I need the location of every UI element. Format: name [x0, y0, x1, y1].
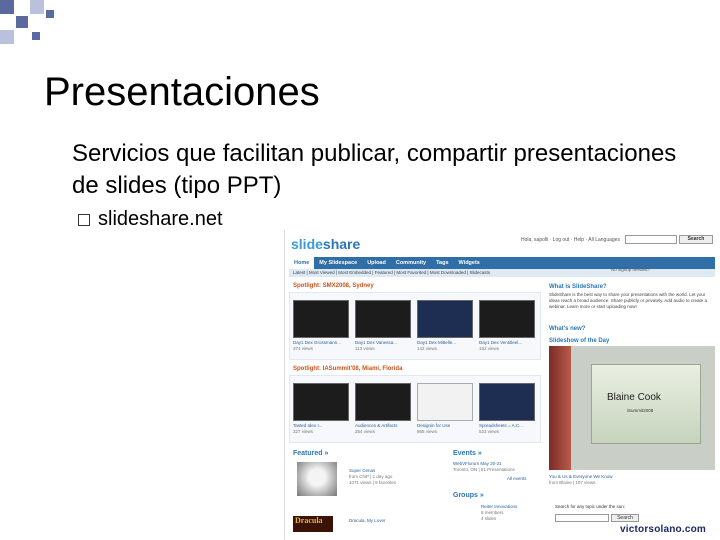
tab-community[interactable]: Community — [391, 257, 431, 269]
main-nav: Home My Slidespace Upload Community Tags… — [289, 257, 715, 269]
slide-thumbnail[interactable] — [355, 383, 411, 421]
event-item[interactable]: WebVFlorum May 20-21 Toronto, ON | 51 Pr… — [453, 461, 515, 473]
decor-square — [30, 0, 44, 14]
event-name[interactable]: WebVFlorum May 20-21 — [453, 461, 502, 466]
featured-title[interactable]: Featured » — [293, 450, 328, 457]
slide-thumbnail[interactable] — [293, 300, 349, 338]
tab-home[interactable]: Home — [289, 257, 315, 269]
spotlight-title[interactable]: Spotlight: IASummit'08, Miami, Florida — [293, 366, 402, 372]
slide-caption[interactable]: Tasted Ideo I... 327 views — [293, 423, 351, 435]
search-button[interactable]: Search — [679, 235, 713, 244]
decor-square — [0, 0, 14, 14]
caption-title[interactable]: Day1 Dex Grossmann... — [293, 340, 341, 345]
caption-views: 142 views — [417, 346, 438, 351]
sub-bullet: slideshare.net — [78, 208, 223, 231]
slide-caption[interactable]: Day1 Dex Ventitleel... 152 views — [479, 340, 537, 352]
tab-tags[interactable]: Tags — [431, 257, 453, 269]
featured-item-meta: from ChiP | 1 day ago — [349, 474, 393, 479]
caption-title[interactable]: Designin for Use — [417, 423, 450, 428]
sotd-name: Blaine Cook — [607, 392, 661, 403]
caption-views: 523 views — [479, 429, 500, 434]
caption-views: 113 views — [355, 346, 375, 351]
slide-thumbnail[interactable] — [355, 300, 411, 338]
caption-title[interactable]: Day1 Dex Vanessa... — [355, 340, 397, 345]
groups-title[interactable]: Groups » — [453, 492, 484, 499]
caption-title[interactable]: Tasted Ideo I... — [293, 423, 323, 428]
caption-title[interactable]: Day1 Dex Mittelle... — [417, 340, 456, 345]
slide-thumbnail[interactable] — [417, 300, 473, 338]
all-events-link[interactable]: All events — [507, 476, 527, 482]
caption-title[interactable]: Audiences & Artifacts — [355, 423, 398, 428]
events-title[interactable]: Events » — [453, 450, 482, 457]
sotd-decoration — [549, 346, 571, 470]
sotd-caption-title[interactable]: You & Us & Everyone We Know — [549, 474, 613, 479]
checkbox-bullet-icon — [78, 213, 90, 226]
slide-caption[interactable]: Day1 Dex Grossmann... 374 views — [293, 340, 351, 352]
slide-thumbnail[interactable] — [417, 383, 473, 421]
decor-square — [32, 32, 40, 40]
group-name[interactable]: Reiter Innovations — [481, 504, 517, 509]
logo-prefix: slide — [291, 236, 323, 252]
what-is-title: What is SlideShare? — [549, 284, 607, 290]
slide-body-text: Servicios que facilitan publicar, compar… — [72, 140, 677, 199]
search-input[interactable] — [625, 235, 677, 244]
tab-widgets[interactable]: Widgets — [454, 257, 485, 269]
slide-thumbnail[interactable] — [479, 383, 535, 421]
tab-my-slidespace[interactable]: My Slidespace — [314, 257, 362, 269]
caption-views: 374 views — [293, 346, 314, 351]
bottom-search-input[interactable] — [555, 514, 609, 522]
sotd-title: Slideshow of the Day — [549, 338, 610, 344]
slide-caption[interactable]: Audiences & Artifacts 254 views — [355, 423, 413, 435]
caption-title[interactable]: Day1 Dex Ventitleel... — [479, 340, 522, 345]
slide-thumbnail[interactable] — [479, 300, 535, 338]
bottom-search-button[interactable]: Search — [611, 514, 639, 522]
event-meta: Toronto, ON | 51 Presentations — [453, 467, 515, 472]
sotd-caption-meta: from Blaine | 107 views — [549, 480, 596, 485]
caption-views: 152 views — [479, 346, 500, 351]
decor-square — [46, 10, 54, 18]
bottom-search-label: Search for any topic under the sun: — [555, 504, 626, 509]
caption-title[interactable]: Spreadsheets = A.C... — [479, 423, 523, 428]
featured-item-title[interactable]: Dracula, My Lover — [349, 518, 386, 524]
slide-caption[interactable]: Day1 Dex Vanessa... 113 views — [355, 340, 413, 352]
decor-square — [0, 30, 14, 44]
slide-title: Presentaciones — [44, 70, 320, 114]
slide-caption[interactable]: Designin for Use 865 views — [417, 423, 475, 435]
spotlight-title[interactable]: Spotlight: SMX2008, Sydney — [293, 283, 374, 289]
sub-nav[interactable]: Latest | Most Viewed | Most Embedded | F… — [289, 269, 715, 277]
featured-thumbnail[interactable] — [297, 462, 337, 496]
watermark-text: victorsolano.com — [620, 524, 706, 535]
caption-views: 254 views — [355, 429, 376, 434]
featured-item[interactable]: Super Cenas from ChiP | 1 day ago 1071 v… — [349, 468, 396, 486]
what-is-text: SlideShare is the best way to share your… — [549, 292, 708, 309]
slideshare-logo[interactable]: slideshare — [291, 236, 360, 252]
featured-item-title[interactable]: Super Cenas — [349, 468, 375, 473]
group-slides: 4 slides — [481, 516, 497, 521]
logo-suffix: share — [322, 236, 361, 252]
featured-thumbnail[interactable]: Dracula — [293, 516, 333, 532]
signup-text: No signup needed? — [611, 267, 651, 272]
slideshare-header: slideshare Hola, sapolli · Log out · Hel… — [285, 230, 720, 260]
slide-caption[interactable]: Spreadsheets = A.C... 523 views — [479, 423, 537, 435]
whats-new-title[interactable]: What's new? — [549, 326, 585, 332]
sotd-card — [591, 364, 701, 444]
decor-square — [16, 16, 28, 28]
slideshare-screenshot: slideshare Hola, sapolli · Log out · Hel… — [284, 230, 720, 540]
top-links[interactable]: Hola, sapolli · Log out · Help · All Lan… — [521, 237, 620, 243]
featured-item-stats: 1071 views | 9 favorites — [349, 480, 396, 485]
caption-views: 327 views — [293, 429, 314, 434]
sotd-caption[interactable]: You & Us & Everyone We Know from Blaine … — [549, 474, 613, 486]
group-members: 8 members — [481, 510, 504, 515]
slide-caption[interactable]: Day1 Dex Mittelle... 142 views — [417, 340, 475, 352]
group-item[interactable]: Reiter Innovations 8 members 4 slides — [481, 504, 517, 522]
tab-upload[interactable]: Upload — [362, 257, 391, 269]
caption-views: 865 views — [417, 429, 438, 434]
sotd-subtitle: iSummit2008 — [627, 408, 654, 413]
slideshow-of-the-day[interactable]: Blaine Cook iSummit2008 — [549, 346, 715, 470]
slide-thumbnail[interactable] — [293, 383, 349, 421]
sub-bullet-text: slideshare.net — [98, 208, 223, 230]
